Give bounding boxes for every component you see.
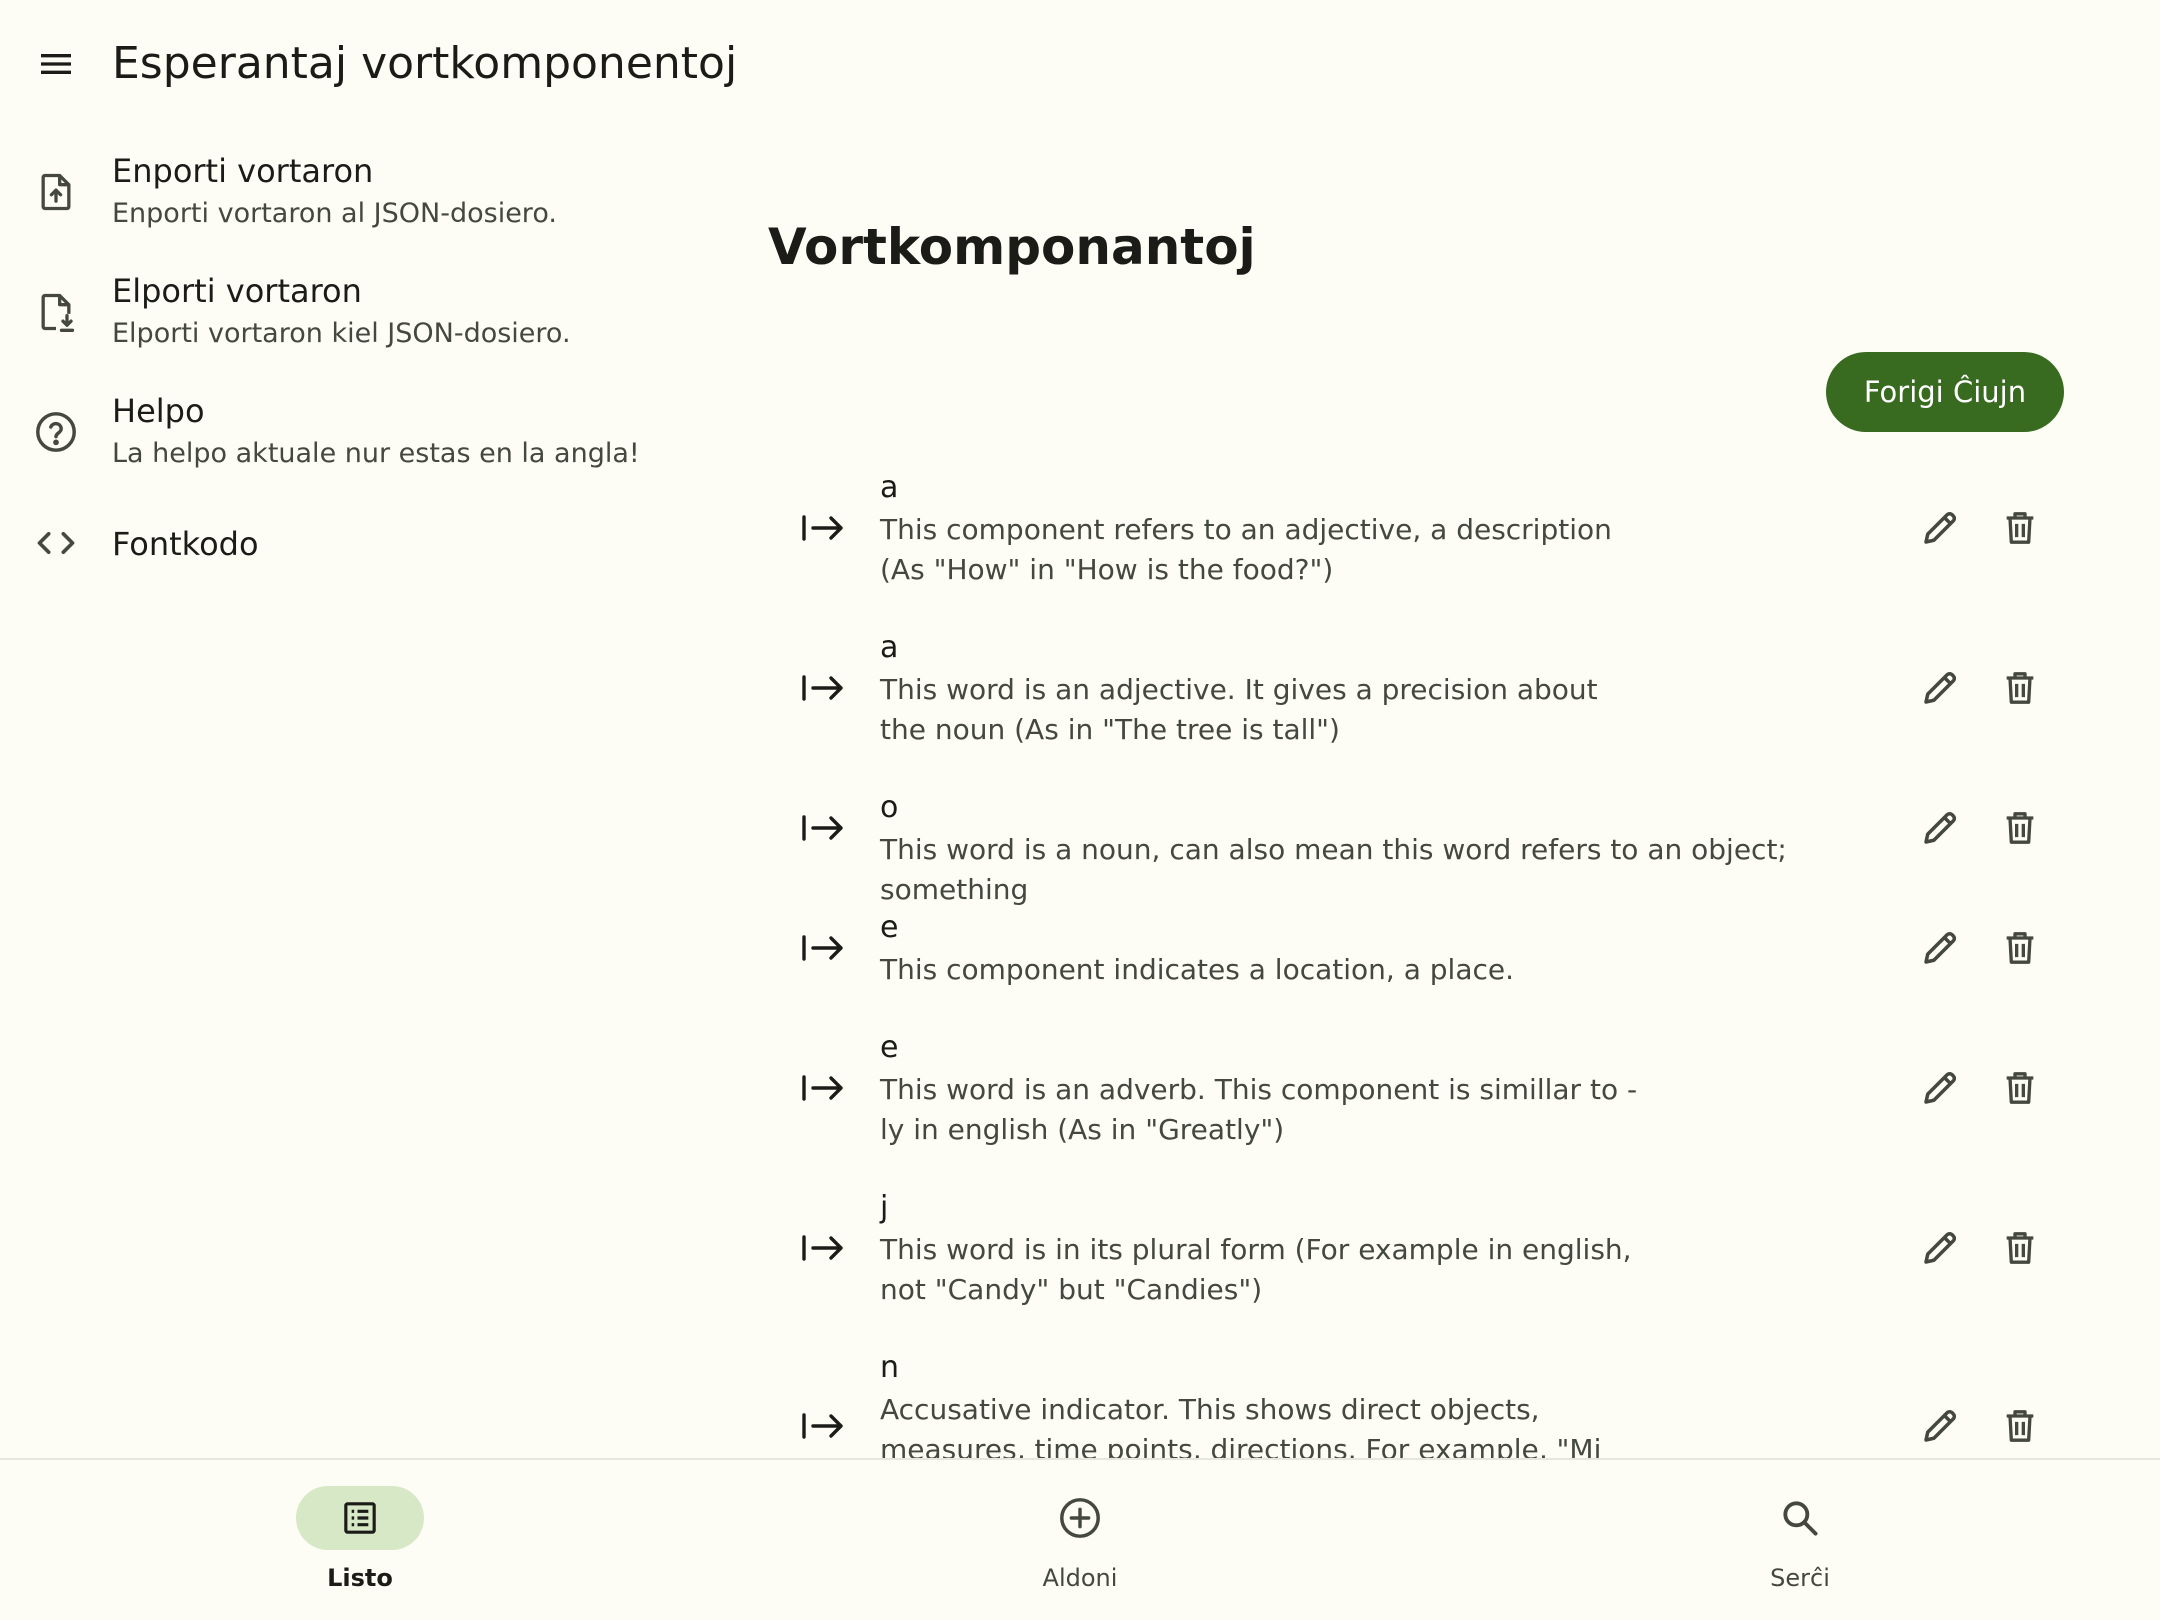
edit-button[interactable]	[1912, 800, 1968, 856]
pencil-icon	[1924, 511, 1957, 544]
trash-icon	[2006, 812, 2034, 844]
delete-button[interactable]	[1992, 660, 2048, 716]
drawer-item-title: Elporti vortaron	[112, 272, 362, 310]
edit-button[interactable]	[1912, 920, 1968, 976]
component-description: This component indicates a location, a p…	[880, 953, 1514, 986]
component-description: This word is a noun, can also mean this …	[880, 833, 1787, 906]
trash-icon	[2006, 1072, 2034, 1104]
list-item[interactable]: e This component indicates a location, a…	[768, 910, 2068, 1000]
drawer-item-source-code[interactable]: Fontkodo	[0, 515, 740, 575]
edit-button[interactable]	[1912, 660, 1968, 716]
delete-button[interactable]	[1992, 920, 2048, 976]
delete-all-button[interactable]: Forigi Ĉiujn	[1826, 352, 2064, 432]
app-title: Esperantaj vortkomponentoj	[112, 38, 738, 89]
file-upload-icon	[30, 166, 82, 218]
pencil-icon	[1924, 1231, 1957, 1264]
edit-button[interactable]	[1912, 1398, 1968, 1454]
nav-label: Listo	[327, 1564, 393, 1592]
edit-button[interactable]	[1912, 500, 1968, 556]
component-text: j	[880, 1190, 889, 1225]
trash-icon	[2006, 1232, 2034, 1264]
component-description: This word is an adverb. This component i…	[880, 1073, 1638, 1146]
nav-label: Aldoni	[1042, 1564, 1118, 1592]
nav-item-search[interactable]: Serĉi	[1650, 1460, 1950, 1620]
arrow-right-bar-icon	[798, 668, 848, 708]
component-list[interactable]: a This component refers to an adjective,…	[768, 470, 2068, 1458]
component-text: o	[880, 790, 899, 825]
nav-item-add[interactable]: Aldoni	[930, 1460, 1230, 1620]
delete-button[interactable]	[1992, 500, 2048, 556]
list-item[interactable]: o This word is a noun, can also mean thi…	[768, 790, 2068, 906]
file-download-icon	[30, 286, 82, 338]
drawer-item-title: Helpo	[112, 392, 205, 430]
delete-button[interactable]	[1992, 800, 2048, 856]
drawer-item-subtitle: Elporti vortaron kiel JSON-dosiero.	[112, 318, 571, 349]
arrow-right-bar-icon	[798, 1406, 848, 1446]
drawer-item-help[interactable]: Helpo La helpo aktuale nur estas en la a…	[0, 390, 740, 480]
component-text: e	[880, 910, 899, 945]
component-text: a	[880, 630, 899, 665]
list-item[interactable]: j This word is in its plural form (For e…	[768, 1190, 2068, 1320]
component-text: e	[880, 1030, 899, 1065]
arrow-right-bar-icon	[798, 1228, 848, 1268]
help-circle-icon	[30, 406, 82, 458]
delete-button[interactable]	[1992, 1220, 2048, 1276]
edit-button[interactable]	[1912, 1060, 1968, 1116]
trash-icon	[2006, 1410, 2034, 1442]
search-icon	[1736, 1486, 1864, 1550]
trash-icon	[2006, 672, 2034, 704]
component-description: Accusative indicator. This shows direct …	[880, 1393, 1602, 1458]
component-description: This component refers to an adjective, a…	[880, 513, 1612, 586]
nav-item-list[interactable]: Listo	[210, 1460, 510, 1620]
edit-button[interactable]	[1912, 1220, 1968, 1276]
trash-icon	[2006, 512, 2034, 544]
drawer-item-subtitle: Enporti vortaron al JSON-dosiero.	[112, 198, 557, 229]
arrow-right-bar-icon	[798, 1068, 848, 1108]
list-icon	[296, 1486, 424, 1550]
pencil-icon	[1924, 931, 1957, 964]
drawer-item-title: Fontkodo	[112, 525, 259, 563]
pencil-icon	[1924, 1071, 1957, 1104]
page-title: Vortkomponantoj	[768, 218, 1256, 276]
drawer-item-title: Enporti vortaron	[112, 152, 374, 190]
list-item[interactable]: a This word is an adjective. It gives a …	[768, 630, 2068, 760]
arrow-right-bar-icon	[798, 508, 848, 548]
delete-button[interactable]	[1992, 1398, 2048, 1454]
delete-button[interactable]	[1992, 1060, 2048, 1116]
list-item[interactable]: e This word is an adverb. This component…	[768, 1030, 2068, 1160]
list-item[interactable]: n Accusative indicator. This shows direc…	[768, 1350, 2068, 1458]
pencil-icon	[1924, 671, 1957, 704]
component-text: n	[880, 1350, 900, 1385]
arrow-right-bar-icon	[798, 808, 848, 848]
pencil-icon	[1924, 811, 1957, 844]
trash-icon	[2006, 932, 2034, 964]
arrow-right-bar-icon	[798, 928, 848, 968]
drawer-item-export[interactable]: Elporti vortaron Elporti vortaron kiel J…	[0, 270, 740, 360]
component-description: This word is in its plural form (For exa…	[880, 1233, 1632, 1306]
add-circle-icon	[1016, 1486, 1144, 1550]
list-item[interactable]: a This component refers to an adjective,…	[768, 470, 2068, 600]
component-description: This word is an adjective. It gives a pr…	[880, 673, 1598, 746]
drawer-item-subtitle: La helpo aktuale nur estas en la angla!	[112, 438, 640, 469]
menu-icon	[41, 54, 71, 74]
nav-label: Serĉi	[1770, 1564, 1830, 1592]
bottom-navigation: Listo Aldoni Serĉi	[0, 1458, 2160, 1620]
menu-button[interactable]	[28, 36, 84, 92]
pencil-icon	[1924, 1409, 1957, 1442]
code-icon	[30, 517, 82, 569]
component-text: a	[880, 470, 899, 505]
drawer-item-import[interactable]: Enporti vortaron Enporti vortaron al JSO…	[0, 150, 740, 240]
